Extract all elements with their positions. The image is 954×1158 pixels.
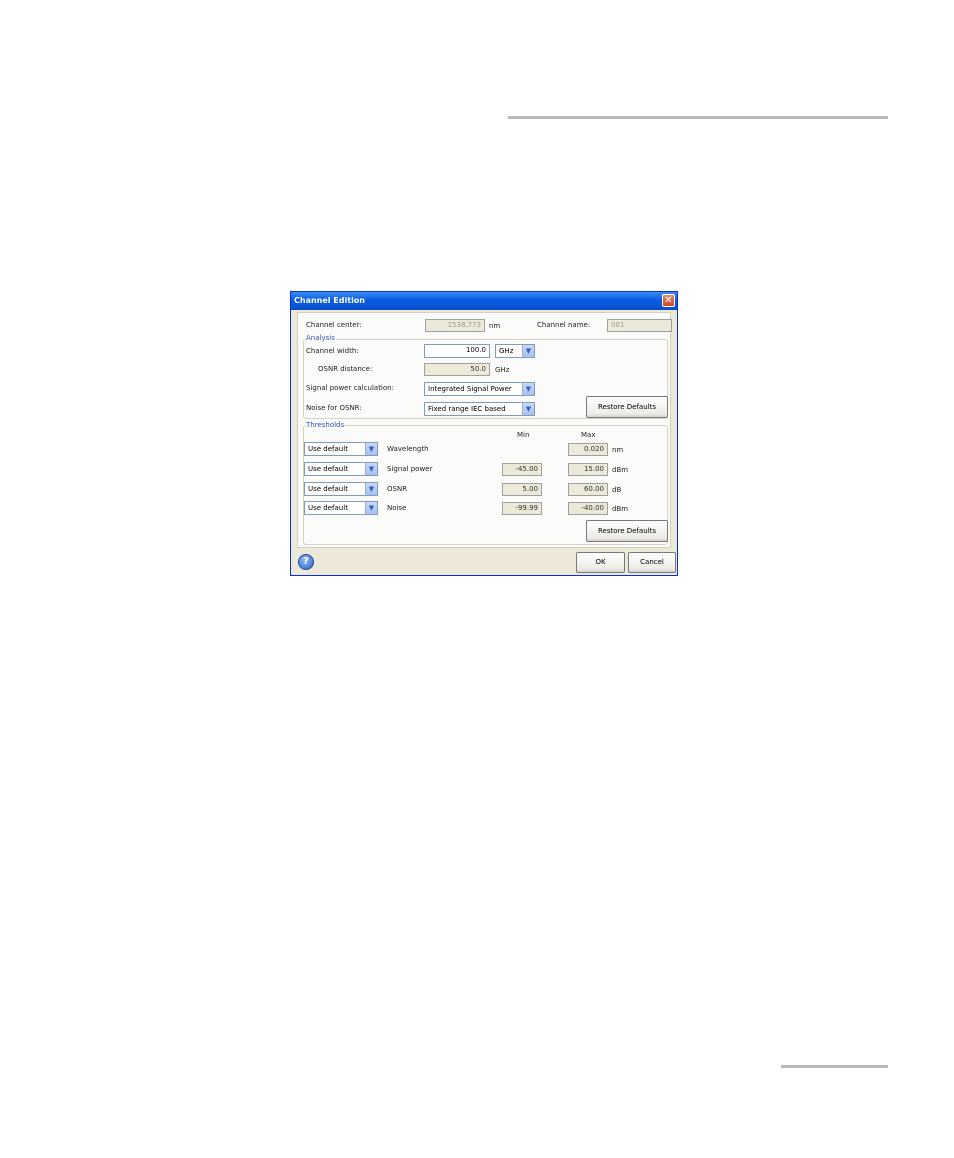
osnr-label: OSNR [387,485,408,493]
noise-for-osnr-value: Fixed range IEC based [428,405,506,413]
signal-power-calculation-label: Signal power calculation: [306,384,394,392]
osnr-max-field: 60.00 [568,483,608,496]
osnr-distance-label: OSNR distance: [318,365,373,373]
osnr-mode-select[interactable]: Use default ▼ [304,482,378,496]
channel-width-input[interactable]: 100.0 [424,344,490,358]
signal-power-unit: dBm [612,466,629,474]
signal-power-mode-value: Use default [308,465,348,473]
thresholds-restore-defaults-button[interactable]: Restore Defaults [586,520,668,542]
signal-power-mode-select[interactable]: Use default ▼ [304,462,378,476]
page-header-rule [508,116,888,119]
channel-center-field: 1538.773 [425,319,485,332]
dialog-content: Channel center: 1538.773 nm Channel name… [297,312,672,548]
wavelength-mode-value: Use default [308,445,348,453]
chevron-down-icon: ▼ [522,345,534,357]
width-unit-value: GHz [499,347,514,355]
dialog-titlebar[interactable]: Channel Edition ✕ [291,292,677,310]
chevron-down-icon: ▼ [522,403,534,415]
dialog-title: Channel Edition [294,296,365,305]
noise-max-field: -40.00 [568,502,608,515]
signal-power-label: Signal power [387,465,433,473]
osnr-unit: dB [612,486,622,494]
noise-mode-select[interactable]: Use default ▼ [304,501,378,515]
ok-button[interactable]: OK [576,552,625,573]
signal-power-min-field: -45.00 [502,463,542,476]
noise-for-osnr-select[interactable]: Fixed range IEC based ▼ [424,402,535,416]
channel-edition-dialog: Channel Edition ✕ Channel center: 1538.7… [290,291,678,576]
chevron-down-icon: ▼ [522,383,534,395]
chevron-down-icon: ▼ [365,502,377,514]
osnr-distance-unit: GHz [495,366,510,374]
channel-center-label: Channel center: [306,321,362,329]
min-column-header: Min [517,431,530,439]
help-icon[interactable]: ? [298,554,314,570]
osnr-mode-value: Use default [308,485,348,493]
wavelength-unit: nm [612,446,624,454]
channel-name-label: Channel name: [537,321,591,329]
osnr-distance-field: 50.0 [424,363,490,376]
noise-label: Noise [387,504,407,512]
signal-power-calculation-select[interactable]: Integrated Signal Power ▼ [424,382,535,396]
channel-width-label: Channel width: [306,347,359,355]
close-icon[interactable]: ✕ [662,294,675,307]
noise-mode-value: Use default [308,504,348,512]
analysis-legend: Analysis [305,334,336,342]
noise-min-field: -99.99 [502,502,542,515]
channel-name-field: 001 [607,319,672,332]
chevron-down-icon: ▼ [365,463,377,475]
analysis-restore-defaults-button[interactable]: Restore Defaults [586,396,668,418]
page-footer-rule [781,1065,888,1068]
osnr-min-field: 5.00 [502,483,542,496]
wavelength-max-field: 0.020 [568,443,608,456]
noise-unit: dBm [612,505,629,513]
channel-center-unit: nm [489,322,501,330]
thresholds-legend: Thresholds [305,421,346,429]
signal-power-calculation-value: Integrated Signal Power [428,385,512,393]
width-unit-select[interactable]: GHz ▼ [495,344,535,358]
chevron-down-icon: ▼ [365,483,377,495]
cancel-button[interactable]: Cancel [628,552,676,573]
signal-power-max-field: 15.00 [568,463,608,476]
max-column-header: Max [581,431,596,439]
wavelength-mode-select[interactable]: Use default ▼ [304,442,378,456]
noise-for-osnr-label: Noise for OSNR: [306,404,362,412]
wavelength-label: Wavelength [387,445,429,453]
chevron-down-icon: ▼ [365,443,377,455]
